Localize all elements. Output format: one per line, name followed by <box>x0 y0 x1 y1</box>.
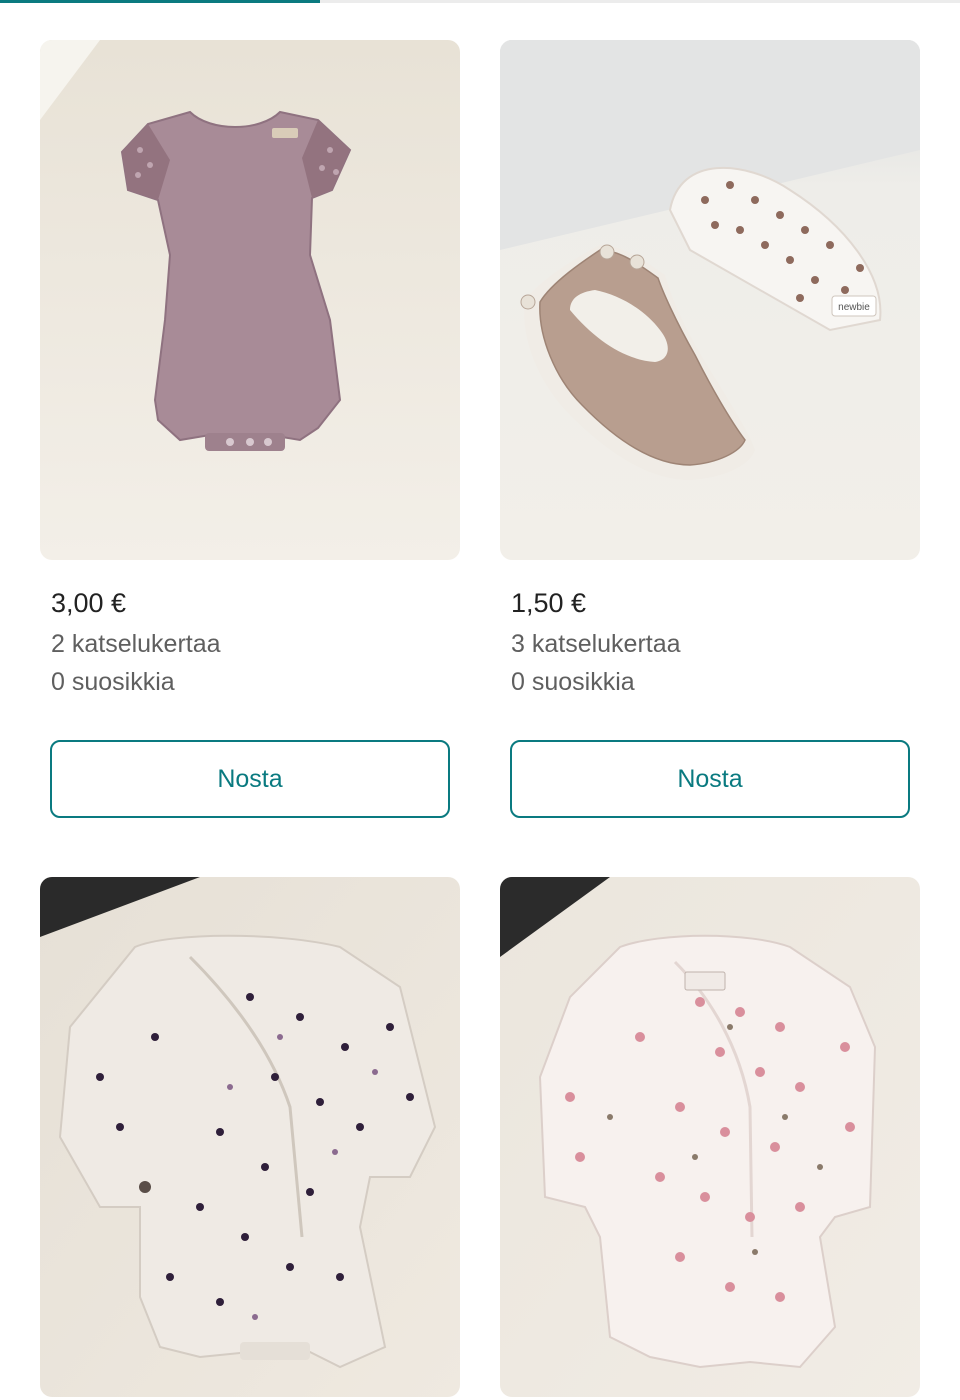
bump-button[interactable]: Nosta <box>510 740 910 818</box>
bump-button[interactable]: Nosta <box>50 740 450 818</box>
listing-photo-2[interactable]: newbie <box>500 40 920 560</box>
listing-photo-1[interactable] <box>40 40 460 560</box>
listing-views: 2 katselukertaa <box>51 630 221 658</box>
listing-price: 3,00 € <box>51 588 127 618</box>
listing-views: 3 katselukertaa <box>511 630 681 658</box>
tab-indicator <box>0 0 960 3</box>
listing-photo-4[interactable] <box>500 877 920 1397</box>
listing-price: 1,50 € <box>511 588 587 618</box>
listing-favorites: 0 suosikkia <box>511 668 635 696</box>
listing-favorites: 0 suosikkia <box>51 668 175 696</box>
brand-tag-text: newbie <box>838 302 870 313</box>
active-tab-underline <box>0 0 320 3</box>
listing-photo-3[interactable] <box>40 877 460 1397</box>
